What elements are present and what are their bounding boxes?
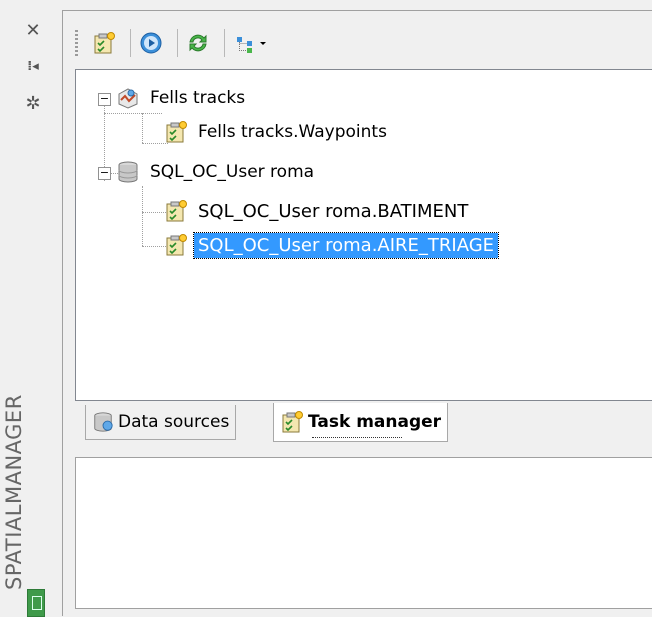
tree-node-label: SQL_OC_User roma.BATIMENT	[198, 200, 469, 222]
tree-node-label: Fells tracks	[150, 88, 246, 108]
task-icon	[166, 121, 187, 143]
tree-node-batiment[interactable]: SQL_OC_User roma.BATIMENT	[164, 196, 472, 226]
tab-strip: Data sources Task manager	[75, 399, 652, 447]
run-icon	[140, 32, 162, 54]
tab-focus-indicator	[312, 437, 402, 438]
palette-title: SPATIALMANAGER	[2, 394, 26, 590]
toolbar	[75, 21, 652, 65]
refresh-button[interactable]	[184, 26, 218, 60]
task-icon	[94, 32, 115, 54]
tree-expander[interactable]: −	[98, 93, 111, 106]
refresh-icon	[189, 34, 207, 52]
palette-title-bar: ✕ ⁞◂ ✲ SPATIALMANAGER	[0, 0, 62, 617]
properties-icon[interactable]: ✲	[22, 93, 44, 115]
database-icon	[118, 161, 138, 183]
tree-connector	[142, 113, 143, 143]
gps-icon	[118, 88, 138, 109]
data-source-tree[interactable]: − − Fells tracks Fells tracks.Waypoints	[75, 69, 652, 401]
tree-node-aire-triage[interactable]: SQL_OC_User roma.AIRE_TRIAGE	[164, 230, 500, 260]
spatialmanager-logo-icon	[27, 589, 45, 617]
task-icon	[166, 200, 187, 222]
tab-label: Task manager	[308, 412, 442, 432]
task-icon	[282, 411, 303, 433]
tree-expander[interactable]: −	[98, 167, 111, 180]
tree-node-fells-tracks-waypoints[interactable]: Fells tracks.Waypoints	[164, 117, 391, 147]
tab-data-sources[interactable]: Data sources	[85, 405, 237, 440]
task-properties-panel[interactable]	[75, 457, 652, 609]
toolbar-grip[interactable]	[75, 30, 78, 56]
tree-node-label: SQL_OC_User roma	[150, 162, 315, 182]
auto-hide-icon[interactable]: ⁞◂	[22, 56, 44, 78]
task-icon	[166, 234, 187, 256]
new-task-button[interactable]	[90, 26, 124, 60]
database-icon	[94, 412, 113, 432]
tree-node-sql-oc-user-roma[interactable]: SQL_OC_User roma	[116, 157, 318, 187]
tree-node-label: SQL_OC_User roma.AIRE_TRIAGE	[192, 231, 500, 259]
toolbar-separator	[177, 29, 178, 57]
close-icon[interactable]: ✕	[22, 20, 44, 42]
toolbar-separator	[130, 29, 131, 57]
tree-view-dropdown-button[interactable]	[231, 26, 275, 60]
tree-connector	[142, 186, 143, 246]
run-button[interactable]	[137, 26, 171, 60]
tree-node-label: Fells tracks.Waypoints	[198, 122, 387, 142]
tree-view-icon	[237, 37, 266, 53]
tab-label: Data sources	[118, 412, 230, 432]
toolbar-separator	[224, 29, 225, 57]
palette-content: − − Fells tracks Fells tracks.Waypoints	[62, 10, 652, 616]
tree-node-fells-tracks[interactable]: Fells tracks	[116, 83, 249, 113]
tree-connector	[104, 113, 162, 114]
